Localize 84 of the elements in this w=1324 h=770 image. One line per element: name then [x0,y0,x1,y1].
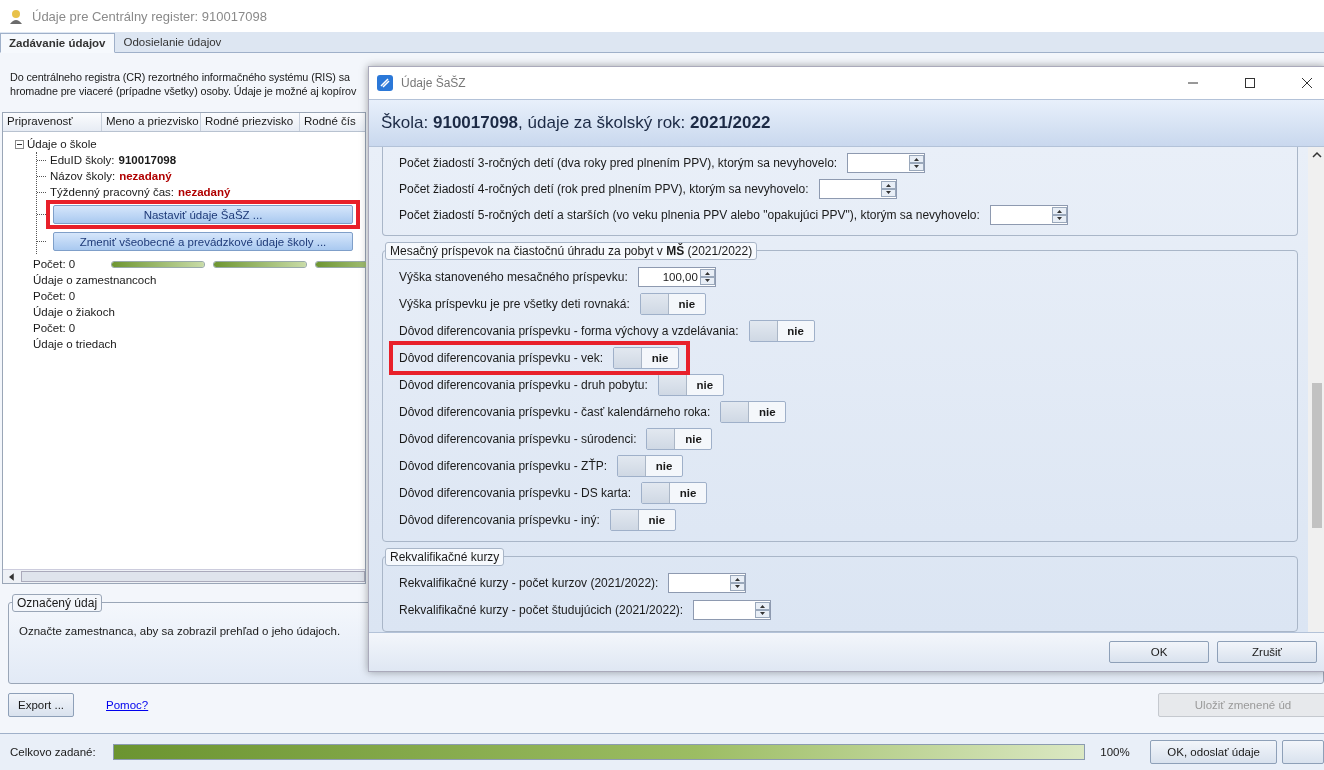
scroll-thumb[interactable] [1311,383,1322,528]
spin-arrows-icon[interactable] [880,181,896,197]
field-label: Dôvod diferencovania príspevku - vek: [399,351,604,365]
field-label: Dôvod diferencovania príspevku - iný: [399,513,600,527]
toggle-switch[interactable]: nie [613,347,680,369]
spin-arrows-icon[interactable] [1051,207,1067,223]
field-label: Dôvod diferencovania príspevku - druh pobytu: [399,378,648,392]
cancel-button[interactable]: Zrušiť [1217,641,1317,663]
field-label: Dôvod diferencovania príspevku - časť kalendárneho roka: [399,405,711,419]
tree-item[interactable]: Počet: 0 [3,322,103,334]
toggle-switch[interactable]: nie [646,428,713,450]
number-field[interactable] [818,179,897,199]
toggle-switch[interactable]: nie [639,293,706,315]
field-label: Výška stanoveného mesačného príspevku: [399,270,628,284]
window-title: Údaje pre Centrálny register: 910017098 [32,8,267,24]
column-header[interactable]: Rodné čís [300,113,365,131]
field-label: Počet žiadostí 4-ročných detí (rok pred plnením PPV), ktorým sa nevyhovelo: [399,182,809,196]
tree-item[interactable]: Počet: 0 [3,258,103,270]
description-text: hromadne pre viaceré (prípadne všetky) osoby. Údaje je možné aj kopírov [10,84,357,98]
column-header[interactable]: Pripravenosť [3,113,102,131]
school-heading: Škola: 910017098, údaje za školský rok: 2021/2022 [381,113,771,133]
dialog-title: Údaje ŠaŠZ [401,76,466,90]
column-header[interactable]: Rodné priezvisko [201,113,300,131]
tab[interactable]: Odosielanie údajov [114,32,231,52]
field-label: Dôvod diferencovania príspevku - ZŤP: [399,459,608,473]
close-icon[interactable] [1301,77,1313,89]
tree-item[interactable]: Údaje o žiakoch [3,306,115,318]
field-label: Počet žiadostí 3-ročných detí (dva roky pred plnením PPV), ktorým sa nevyhovelo: [399,156,838,170]
help-link[interactable]: Pomoc? [106,699,149,711]
group-legend: Mesačný príspevok na čiastočnú úhradu za pobyt v MŠ (2021/2022) [385,242,758,260]
field-label: EduID školy: [50,154,115,166]
field-label: Týždenný pracovný čas: [50,186,174,198]
field-label: Dôvod diferencovania príspevku - súrodenci: [399,432,637,446]
tree-item[interactable]: Údaje o triedach [3,338,117,350]
scroll-thumb[interactable] [20,571,365,582]
person-icon [8,8,24,24]
ok-button[interactable]: OK [1109,641,1209,663]
field-label: Počet žiadostí 5-ročných detí a starších (vo veku plnenia PPV alebo "opakujúci PPV"), ktorým sa nevyhovelo: [399,208,980,222]
spin-arrows-icon[interactable] [730,575,746,591]
tab[interactable]: Zadávanie údajov [0,33,115,53]
field-value: nezadaný [119,170,172,182]
horizontal-scrollbar[interactable] [3,569,365,583]
field-value: 910017098 [118,154,177,166]
collapse-icon[interactable] [15,139,24,149]
group-legend: Označený údaj [12,594,103,612]
tree-button[interactable]: Zmeniť všeobecné a prevádzkové údaje školy ... [53,232,353,251]
tree-item[interactable]: Údaje o zamestnancoch [3,274,157,286]
field-label: Výška príspevku je pre všetky deti rovnaká: [399,297,630,311]
number-field[interactable] [693,600,772,620]
field-value: nezadaný [178,186,231,198]
toggle-switch[interactable]: nie [657,374,724,396]
spin-arrows-icon[interactable] [699,269,715,285]
number-field[interactable] [668,573,747,593]
column-header[interactable]: Meno a priezvisko [102,113,201,131]
info-text: Označte zamestnanca, aby sa zobrazil prehľad o jeho údajoch. [19,625,341,637]
scroll-left-icon[interactable] [9,572,15,581]
toggle-switch[interactable]: nie [641,482,708,504]
number-field[interactable] [847,153,926,173]
toggle-switch[interactable]: nie [748,320,815,342]
toggle-switch[interactable]: nie [609,509,676,531]
progress-reading: 100% [1099,746,1131,758]
tree-item[interactable]: Údaje o škole [27,138,97,150]
field-label: Rekvalifikačné kurzy - počet študujúcich (2021/2022): [399,603,684,617]
status-label: Celkovo zadané: [10,746,97,758]
number-field[interactable] [989,205,1068,225]
export-button[interactable]: Export ... [8,693,75,717]
toggle-switch[interactable]: nie [720,401,787,423]
scroll-up-icon[interactable] [1311,151,1322,159]
maximize-icon[interactable] [1244,77,1256,89]
tree-item[interactable]: Počet: 0 [3,290,103,302]
toggle-switch[interactable]: nie [617,455,684,477]
app-icon [377,75,393,91]
description-text: Do centrálneho registra (CR) rezortného informačného systému (RIS) sa [10,70,350,84]
send-button[interactable]: OK, odoslať údaje [1150,740,1278,764]
field-label: Názov školy: [50,170,116,182]
tree-button[interactable]: Nastaviť údaje ŠaŠZ ... [53,205,353,224]
spin-arrows-icon[interactable] [755,602,771,618]
field-label: Dôvod diferencovania príspevku - forma výchovy a vzdelávania: [399,324,739,338]
group-legend: Rekvalifikačné kurzy [385,548,505,566]
vertical-scrollbar[interactable] [1308,147,1324,632]
field-label: Dôvod diferencovania príspevku - DS karta: [399,486,632,500]
field-label: Rekvalifikačné kurzy - počet kurzov (2021/2022): [399,576,659,590]
number-field[interactable]: 100,00 [637,267,716,287]
spin-arrows-icon[interactable] [909,155,925,171]
